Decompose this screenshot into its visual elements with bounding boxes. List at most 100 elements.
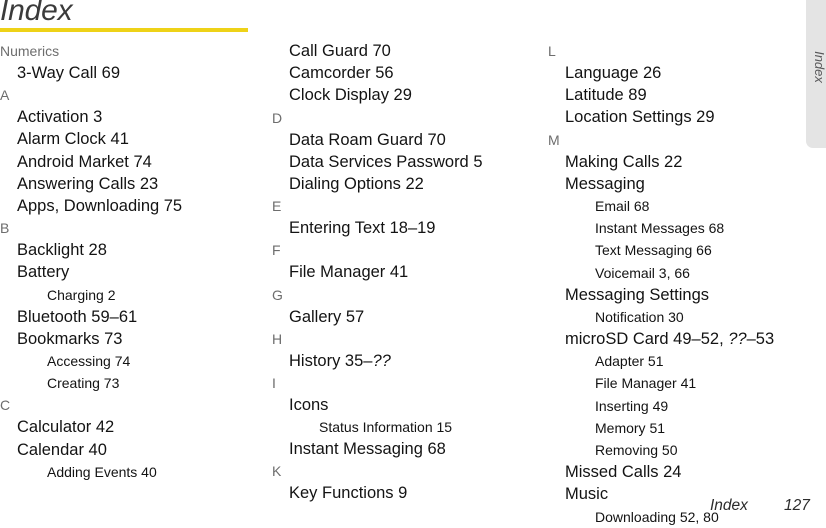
column-2: Call Guard 70 Camcorder 56 Clock Display 2…: [272, 40, 534, 505]
index-entry[interactable]: Camcorder 56: [272, 62, 534, 84]
index-subentry[interactable]: Memory 51: [548, 417, 798, 439]
index-entry[interactable]: Data Roam Guard 70: [272, 129, 534, 151]
index-entry[interactable]: Alarm Clock 41: [0, 128, 262, 150]
index-entry[interactable]: Making Calls 22: [548, 151, 798, 173]
index-entry[interactable]: Messaging Settings: [548, 284, 798, 306]
entry-text: Memory 51: [595, 419, 666, 436]
index-entry[interactable]: Latitude 89: [548, 84, 798, 106]
index-entry[interactable]: Entering Text 18–19: [272, 217, 534, 239]
index-subentry[interactable]: Instant Messages 68: [548, 217, 798, 239]
section-letter: L: [548, 43, 556, 59]
index-entry[interactable]: Answering Calls 23: [0, 173, 262, 195]
entry-text: Messaging: [565, 174, 645, 193]
unresolved-page-ref: ??: [728, 330, 747, 349]
column-1: Numerics 3-Way Call 69 A Activation 3 Alarm …: [0, 40, 262, 483]
entry-text: Bookmarks 73: [17, 329, 123, 348]
index-entry[interactable]: Instant Messaging 68: [272, 438, 534, 460]
entry-text-tail: –53: [746, 330, 775, 349]
entry-text: Creating 73: [47, 375, 120, 392]
index-entry[interactable]: Gallery 57: [272, 306, 534, 328]
entry-text: Making Calls 22: [565, 152, 683, 171]
entry-text: Icons: [289, 395, 329, 414]
side-tab-label: Index: [812, 51, 826, 83]
index-entry[interactable]: Bluetooth 59–61: [0, 306, 262, 328]
index-entry[interactable]: Location Settings 29: [548, 106, 798, 128]
index-entry[interactable]: Apps, Downloading 75: [0, 195, 262, 217]
entry-text: Language 26: [565, 64, 662, 82]
entry-text: Adding Events 40: [47, 463, 157, 480]
entry-text: Apps, Downloading 75: [17, 196, 183, 215]
entry-text: Messaging Settings: [565, 285, 709, 304]
section-letter: M: [548, 131, 560, 148]
entry-text: Instant Messages 68: [595, 220, 725, 237]
entry-text: Email 68: [595, 197, 650, 214]
entry-text: Entering Text 18–19: [289, 219, 436, 238]
section-letter: G: [272, 286, 283, 303]
page-footer: Index 127: [0, 497, 826, 519]
index-subentry[interactable]: Voicemail 3, 66: [548, 262, 798, 284]
index-entry[interactable]: Icons: [272, 394, 534, 416]
entry-text: Instant Messaging 68: [289, 440, 446, 459]
index-entry[interactable]: Android Market 74: [0, 151, 262, 173]
entry-text: Call Guard 70: [289, 42, 391, 60]
entry-text: Data Roam Guard 70: [289, 130, 446, 149]
index-subentry[interactable]: Inserting 49: [548, 395, 798, 417]
page-title: Index: [0, 0, 73, 27]
index-entry[interactable]: 3-Way Call 69: [0, 62, 262, 84]
index-subentry[interactable]: Status Information 15: [272, 416, 534, 438]
unresolved-page-ref: ??: [372, 351, 391, 370]
index-subentry[interactable]: Charging 2: [0, 284, 262, 306]
entry-text: 3-Way Call 69: [17, 64, 121, 82]
section-letter: E: [272, 198, 282, 215]
entry-text: Voicemail 3, 66: [595, 264, 690, 281]
index-subentry[interactable]: Notification 30: [548, 306, 798, 328]
index-subentry[interactable]: Adapter 51: [548, 350, 798, 372]
entry-text: Adapter 51: [595, 353, 664, 370]
index-entry[interactable]: Data Services Password 5: [272, 151, 534, 173]
index-entry[interactable]: Missed Calls 24: [548, 461, 798, 483]
index-entry[interactable]: microSD Card 49–52, ??–53: [548, 328, 798, 350]
index-entry[interactable]: Messaging: [548, 173, 798, 195]
entry-text: Clock Display 29: [289, 86, 412, 105]
index-entry[interactable]: Calculator 42: [0, 416, 262, 438]
section-letter: A: [0, 87, 10, 104]
index-entry[interactable]: History 35–??: [272, 350, 534, 372]
index-subentry[interactable]: Email 68: [548, 195, 798, 217]
index-entry[interactable]: Language 26: [548, 62, 798, 84]
index-entry[interactable]: File Manager 41: [272, 261, 534, 283]
index-entry[interactable]: Clock Display 29: [272, 84, 534, 106]
entry-text: Calendar 40: [17, 440, 107, 459]
index-entry[interactable]: Backlight 28: [0, 239, 262, 261]
section-letter: C: [0, 397, 11, 414]
entry-text: Backlight 28: [17, 241, 107, 260]
section-letter: H: [272, 330, 283, 347]
section-letter: D: [272, 109, 283, 126]
entry-text: Location Settings 29: [565, 108, 715, 127]
entry-text: Status Information 15: [319, 419, 453, 436]
footer-page-number: 127: [784, 497, 810, 514]
entry-text: Latitude 89: [565, 86, 647, 105]
index-entry[interactable]: Bookmarks 73: [0, 328, 262, 350]
entry-text: Android Market 74: [17, 152, 152, 171]
index-subentry[interactable]: Removing 50: [548, 439, 798, 461]
entry-text: Activation 3: [17, 108, 103, 127]
side-tab-index[interactable]: Index: [806, 0, 826, 148]
index-subentry[interactable]: Accessing 74: [0, 350, 262, 372]
entry-text: Battery: [17, 263, 70, 282]
index-subentry[interactable]: Adding Events 40: [0, 461, 262, 483]
title-underline-rule: [0, 28, 248, 32]
index-entry[interactable]: Dialing Options 22: [272, 173, 534, 195]
index-entry[interactable]: Call Guard 70: [272, 40, 534, 62]
entry-text: Removing 50: [595, 442, 678, 458]
entry-text: Charging 2: [47, 286, 116, 303]
index-entry[interactable]: Battery: [0, 261, 262, 283]
index-subentry[interactable]: File Manager 41: [548, 372, 798, 394]
entry-text: microSD Card 49–52,: [565, 330, 729, 349]
entry-text: Alarm Clock 41: [17, 130, 129, 149]
index-entry[interactable]: Activation 3: [0, 106, 262, 128]
index-subentry[interactable]: Creating 73: [0, 372, 262, 394]
entry-text: File Manager 41: [595, 375, 697, 392]
index-subentry[interactable]: Text Messaging 66: [548, 239, 798, 261]
index-entry[interactable]: Calendar 40: [0, 439, 262, 461]
section-letter: K: [272, 463, 282, 480]
